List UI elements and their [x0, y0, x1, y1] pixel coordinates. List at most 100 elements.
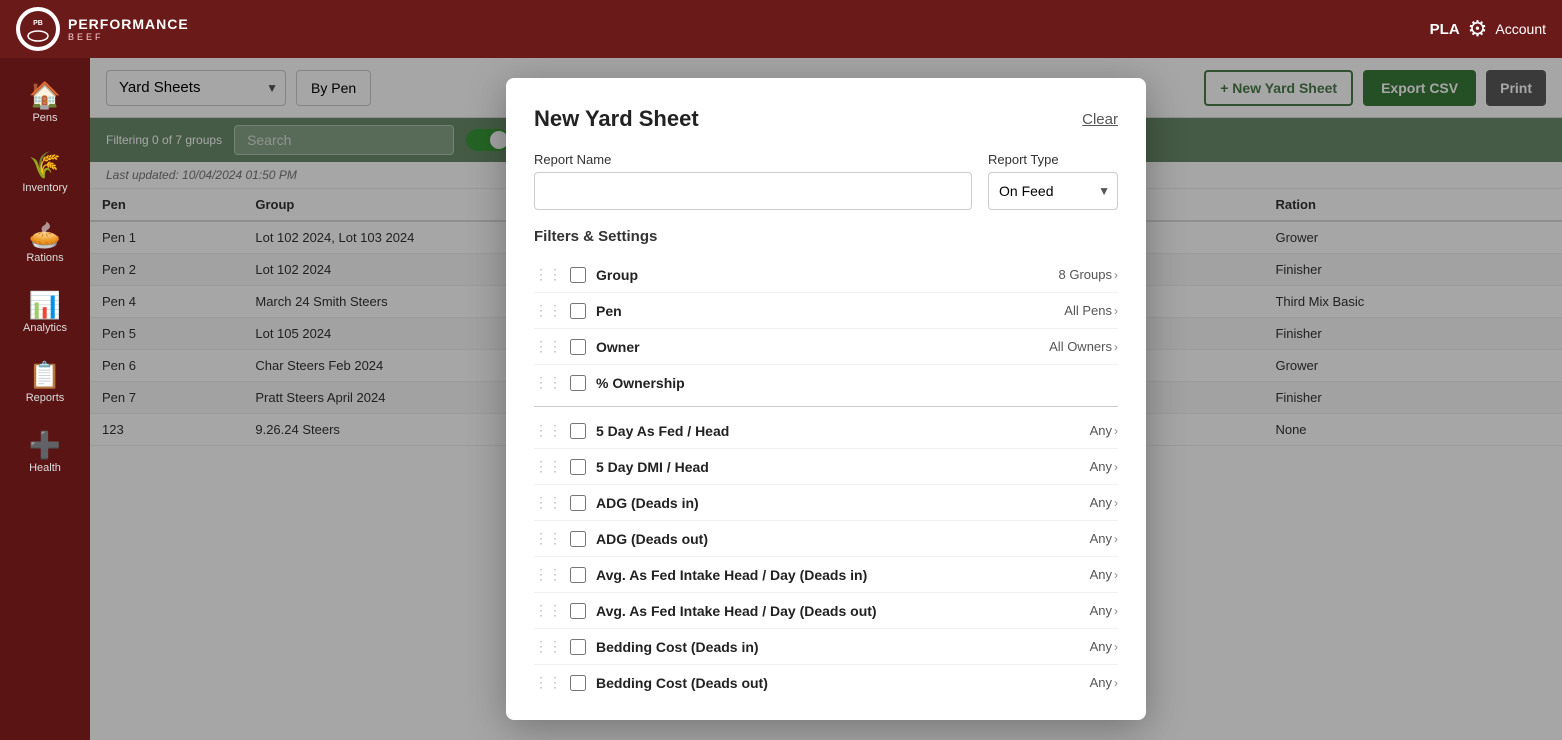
sidebar-item-label-analytics: Analytics: [23, 322, 67, 334]
metric-item-adg_deads_out: ⋮⋮ ADG (Deads out) Any ›: [534, 521, 1118, 557]
drag-handle-adg_deads_in[interactable]: ⋮⋮: [534, 494, 562, 511]
report-name-input[interactable]: [534, 172, 972, 210]
sidebar-item-reports[interactable]: 📋 Reports: [0, 348, 90, 418]
sidebar-item-label-inventory: Inventory: [22, 182, 67, 194]
drag-handle-pen[interactable]: ⋮⋮: [534, 302, 562, 319]
content-area: Yard Sheets ▼ By Pen + New Yard Sheet Ex…: [90, 58, 1562, 740]
checkbox-group[interactable]: [570, 267, 586, 283]
checkbox-pct_ownership[interactable]: [570, 375, 586, 391]
analytics-icon: 📊: [29, 292, 61, 318]
chevron-icon: ›: [1114, 640, 1118, 654]
report-type-dropdown-wrap[interactable]: On FeedCustomHealthRations ▼: [988, 172, 1118, 210]
logo-performance: PERFORMANCE: [68, 16, 189, 33]
checkbox-5day_dmi[interactable]: [570, 459, 586, 475]
filter-value-owner[interactable]: All Owners ›: [1049, 339, 1118, 354]
filter-value-group[interactable]: 8 Groups ›: [1059, 267, 1118, 282]
drag-handle-group[interactable]: ⋮⋮: [534, 266, 562, 283]
checkbox-pen[interactable]: [570, 303, 586, 319]
chevron-icon: ›: [1114, 304, 1118, 318]
metric-value-avg_as_fed_deads_out[interactable]: Any ›: [1090, 603, 1118, 618]
metric-item-bedding_cost_deads_out: ⋮⋮ Bedding Cost (Deads out) Any ›: [534, 665, 1118, 700]
chevron-icon: ›: [1114, 532, 1118, 546]
filter-label-pct_ownership: % Ownership: [596, 375, 1118, 391]
drag-handle-5day_dmi[interactable]: ⋮⋮: [534, 458, 562, 475]
metric-label-avg_as_fed_deads_out: Avg. As Fed Intake Head / Day (Deads out…: [596, 603, 1090, 619]
metric-item-bedding_cost_deads_in: ⋮⋮ Bedding Cost (Deads in) Any ›: [534, 629, 1118, 665]
form-row: Report Name Report Type On FeedCustomHea…: [534, 152, 1118, 210]
metric-label-5day_as_fed: 5 Day As Fed / Head: [596, 423, 1090, 439]
sidebar-item-pens[interactable]: 🏠 Pens: [0, 68, 90, 138]
section-divider: [534, 406, 1118, 407]
filter-item-owner: ⋮⋮ Owner All Owners ›: [534, 329, 1118, 365]
metric-label-adg_deads_in: ADG (Deads in): [596, 495, 1090, 511]
account-area[interactable]: PLA ⚙ Account: [1430, 16, 1546, 42]
filters-settings-title: Filters & Settings: [534, 228, 1118, 245]
chevron-icon: ›: [1114, 568, 1118, 582]
gear-icon[interactable]: ⚙: [1468, 16, 1488, 42]
logo-area: PB PERFORMANCE BEEF: [16, 7, 189, 51]
account-label[interactable]: Account: [1495, 21, 1546, 37]
checkbox-adg_deads_out[interactable]: [570, 531, 586, 547]
sidebar-item-health[interactable]: ➕ Health: [0, 418, 90, 488]
filter-label-group: Group: [596, 267, 1059, 283]
modal-overlay: New Yard Sheet Clear Report Name Report …: [90, 58, 1562, 740]
checkbox-avg_as_fed_deads_in[interactable]: [570, 567, 586, 583]
drag-handle-avg_as_fed_deads_out[interactable]: ⋮⋮: [534, 602, 562, 619]
modal-header: New Yard Sheet Clear: [534, 106, 1118, 132]
drag-handle-5day_as_fed[interactable]: ⋮⋮: [534, 422, 562, 439]
sidebar-item-label-pens: Pens: [32, 112, 57, 124]
svg-text:PB: PB: [33, 20, 43, 27]
checkbox-bedding_cost_deads_out[interactable]: [570, 675, 586, 691]
clear-button[interactable]: Clear: [1082, 111, 1118, 128]
sidebar-item-label-rations: Rations: [26, 252, 63, 264]
drag-handle-bedding_cost_deads_out[interactable]: ⋮⋮: [534, 674, 562, 691]
pla-label: PLA: [1430, 21, 1460, 38]
metric-value-bedding_cost_deads_out[interactable]: Any ›: [1090, 675, 1118, 690]
checkbox-adg_deads_in[interactable]: [570, 495, 586, 511]
metric-value-adg_deads_in[interactable]: Any ›: [1090, 495, 1118, 510]
rations-icon: 🥧: [29, 222, 61, 248]
reports-icon: 📋: [29, 362, 61, 388]
drag-handle-bedding_cost_deads_in[interactable]: ⋮⋮: [534, 638, 562, 655]
checkbox-bedding_cost_deads_in[interactable]: [570, 639, 586, 655]
chevron-icon: ›: [1114, 460, 1118, 474]
drag-handle-pct_ownership[interactable]: ⋮⋮: [534, 374, 562, 391]
modal-dialog: New Yard Sheet Clear Report Name Report …: [506, 78, 1146, 720]
drag-handle-owner[interactable]: ⋮⋮: [534, 338, 562, 355]
report-name-label: Report Name: [534, 152, 972, 167]
metric-item-adg_deads_in: ⋮⋮ ADG (Deads in) Any ›: [534, 485, 1118, 521]
inventory-icon: 🌾: [29, 152, 61, 178]
sidebar-item-analytics[interactable]: 📊 Analytics: [0, 278, 90, 348]
chevron-icon: ›: [1114, 268, 1118, 282]
drag-handle-avg_as_fed_deads_in[interactable]: ⋮⋮: [534, 566, 562, 583]
metric-value-5day_dmi[interactable]: Any ›: [1090, 459, 1118, 474]
filter-label-pen: Pen: [596, 303, 1064, 319]
report-type-group: Report Type On FeedCustomHealthRations ▼: [988, 152, 1118, 210]
chevron-icon: ›: [1114, 340, 1118, 354]
checkbox-avg_as_fed_deads_out[interactable]: [570, 603, 586, 619]
sidebar-item-inventory[interactable]: 🌾 Inventory: [0, 138, 90, 208]
pens-icon: 🏠: [29, 82, 61, 108]
logo-icon: PB: [16, 7, 60, 51]
metric-value-avg_as_fed_deads_in[interactable]: Any ›: [1090, 567, 1118, 582]
metric-value-5day_as_fed[interactable]: Any ›: [1090, 423, 1118, 438]
checkbox-5day_as_fed[interactable]: [570, 423, 586, 439]
sidebar-item-rations[interactable]: 🥧 Rations: [0, 208, 90, 278]
logo-beef: BEEF: [68, 32, 189, 42]
chevron-icon: ›: [1114, 496, 1118, 510]
logo-text-block: PERFORMANCE BEEF: [68, 16, 189, 43]
metric-label-avg_as_fed_deads_in: Avg. As Fed Intake Head / Day (Deads in): [596, 567, 1090, 583]
report-type-select[interactable]: On FeedCustomHealthRations: [988, 172, 1118, 210]
checkbox-owner[interactable]: [570, 339, 586, 355]
report-type-label: Report Type: [988, 152, 1118, 167]
filter-item-pen: ⋮⋮ Pen All Pens ›: [534, 293, 1118, 329]
metric-item-5day_dmi: ⋮⋮ 5 Day DMI / Head Any ›: [534, 449, 1118, 485]
health-icon: ➕: [29, 432, 61, 458]
filter-value-pen[interactable]: All Pens ›: [1064, 303, 1118, 318]
filter-item-pct_ownership: ⋮⋮ % Ownership: [534, 365, 1118, 400]
metric-value-bedding_cost_deads_in[interactable]: Any ›: [1090, 639, 1118, 654]
metric-label-adg_deads_out: ADG (Deads out): [596, 531, 1090, 547]
metric-value-adg_deads_out[interactable]: Any ›: [1090, 531, 1118, 546]
drag-handle-adg_deads_out[interactable]: ⋮⋮: [534, 530, 562, 547]
filter-item-group: ⋮⋮ Group 8 Groups ›: [534, 257, 1118, 293]
